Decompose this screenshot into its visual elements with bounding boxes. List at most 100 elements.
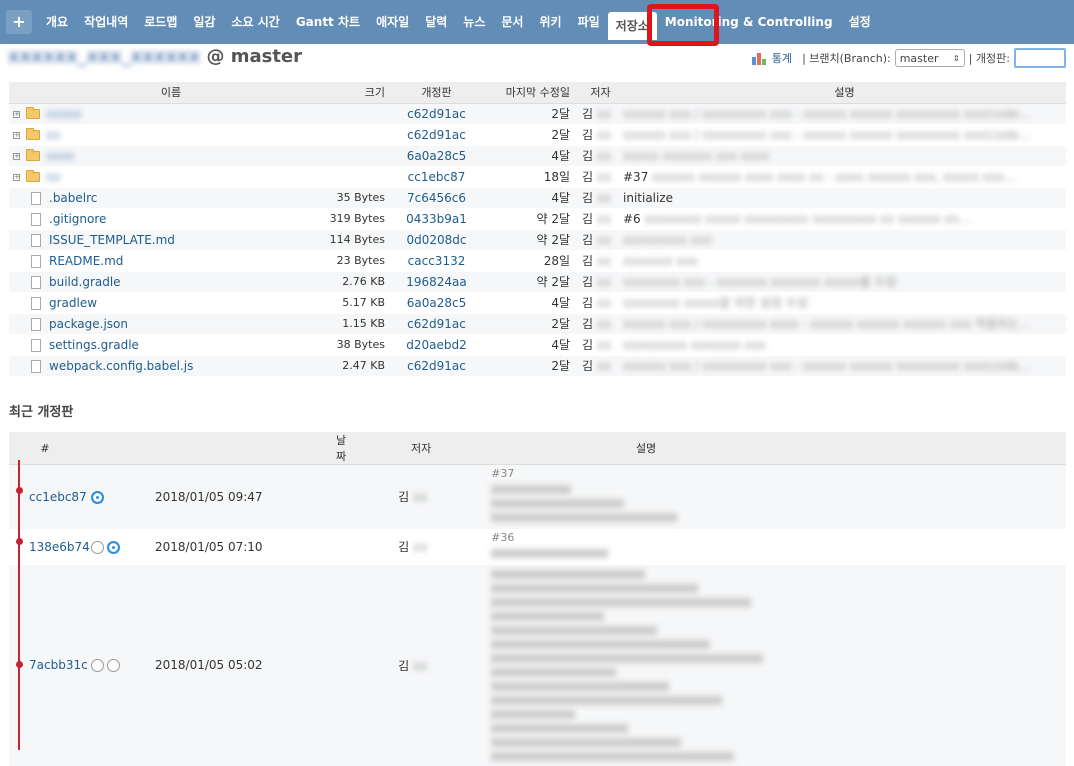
file-name[interactable]: ISSUE_TEMPLATE.md <box>49 233 175 247</box>
revision-link[interactable]: d20aebd2 <box>406 338 467 352</box>
compare-radio[interactable] <box>107 540 120 554</box>
expand-icon[interactable]: + <box>13 173 20 181</box>
stats-link[interactable]: 통계 <box>772 50 792 66</box>
files-col-3[interactable]: 마지막 수정일 <box>484 82 574 104</box>
compare-radio[interactable] <box>91 659 104 672</box>
nav-tab-10[interactable]: 위키 <box>531 10 569 34</box>
nav-tab-5[interactable]: Gantt 차트 <box>288 10 368 34</box>
nav-tab-9[interactable]: 문서 <box>493 10 531 34</box>
stats-icon <box>751 51 768 65</box>
cell-size: 1.15 KB <box>329 313 389 335</box>
desc-blurred: xxxxxxx xxx <box>623 253 698 268</box>
revision-link[interactable]: 0d0208dc <box>406 233 466 247</box>
files-col-5[interactable]: 설명 <box>619 82 1066 104</box>
nav-tab-0[interactable]: 개요 <box>38 10 76 34</box>
files-col-4[interactable]: 저자 <box>574 82 619 104</box>
revision-link[interactable]: 6a0a28c5 <box>407 149 466 163</box>
file-row: package.json 1.15 KB c62d91ac 2달 김 xx xxxxxx… <box>9 313 1066 335</box>
revision-link[interactable]: 0433b9a1 <box>406 212 467 226</box>
revision-link[interactable]: cc1ebc87 <box>29 490 87 504</box>
revision-link[interactable]: 6a0a28c5 <box>407 296 466 310</box>
header-controls: 통계 | 브랜치(Branch): master ⇕ | 개정판: <box>751 48 1066 68</box>
nav-tab-4[interactable]: 소요 시간 <box>223 10 287 34</box>
revision-link[interactable]: 196824aa <box>406 275 467 289</box>
file-icon <box>31 275 41 289</box>
desc-line-blurred <box>491 681 670 691</box>
expand-icon[interactable]: + <box>13 110 20 118</box>
compare-radio[interactable] <box>91 540 104 554</box>
cell-desc: xxxxxxxx xxxxx을 위한 설정 수정 <box>619 292 1066 314</box>
desc-blurred: xxxxxx xxx / xxxxxxxxx xxx - xxxxxx xxxx… <box>623 106 1031 121</box>
desc-line-blurred <box>491 512 678 522</box>
cell-rev: 196824aa <box>389 271 484 293</box>
date-cell: 2018/01/05 09:47 <box>141 464 347 529</box>
revision-graph-dot <box>15 538 23 545</box>
page-title: xxxxxx_xxx_xxxxxx @ master <box>8 46 302 67</box>
revision-link[interactable]: c62d91ac <box>407 128 466 142</box>
files-col-0[interactable]: 이름 <box>9 82 329 104</box>
nav-tab-1[interactable]: 작업내역 <box>76 10 136 34</box>
file-name[interactable]: .gitignore <box>49 212 106 226</box>
revision-graph-dot <box>15 661 23 668</box>
cell-author: 김 xx <box>574 166 619 188</box>
nav-tab-13[interactable]: Monitoring & Controlling <box>657 10 841 34</box>
cell-author: 김 xx <box>574 355 619 377</box>
desc-first-line: #36 <box>491 530 515 544</box>
rev-col-desc: 설명 <box>466 432 1066 465</box>
nav-tab-3[interactable]: 일감 <box>185 10 223 34</box>
nav-tab-6[interactable]: 애자일 <box>368 10 417 34</box>
revision-link[interactable]: c62d91ac <box>407 317 466 331</box>
revision-link[interactable]: c62d91ac <box>407 359 466 373</box>
nav-tab-2[interactable]: 로드맵 <box>136 10 185 34</box>
dir-name[interactable]: xxxxx <box>46 107 82 121</box>
nav-tab-14[interactable]: 설정 <box>841 10 879 34</box>
files-col-2[interactable]: 개정판 <box>389 82 484 104</box>
file-name[interactable]: .babelrc <box>49 191 97 205</box>
revision-link[interactable]: cc1ebc87 <box>408 170 466 184</box>
file-row: + xxxx 6a0a28c5 4달 김 xx xxxxx xxxxxxx xxx xx… <box>9 145 1066 167</box>
file-name[interactable]: gradlew <box>49 296 97 310</box>
revision-link[interactable]: 7acbb31c <box>29 658 88 672</box>
new-item-button[interactable]: + <box>6 10 32 34</box>
revision-link[interactable]: cacc3132 <box>408 254 466 268</box>
revision-link[interactable]: 138e6b74 <box>29 540 90 554</box>
desc-line-blurred <box>491 569 646 579</box>
compare-radio[interactable] <box>107 659 120 672</box>
author-cell: 김 xx <box>346 564 467 766</box>
desc-blurred: xxxxxx xxx / xxxxxxxxx xxxx - xxxxxx xxx… <box>623 317 1032 331</box>
revision-link[interactable]: c62d91ac <box>407 107 466 121</box>
cell-author: 김 xx <box>574 271 619 293</box>
dir-name[interactable]: xx <box>46 128 60 142</box>
file-name[interactable]: build.gradle <box>49 275 121 289</box>
desc-line-blurred <box>491 667 617 677</box>
author-name: 김 <box>582 107 594 121</box>
files-col-1[interactable]: 크기 <box>329 82 389 104</box>
recent-revisions-heading: 최근 개정판 <box>9 405 74 420</box>
cell-age: 약 2달 <box>484 208 574 230</box>
compare-radio[interactable] <box>91 490 104 504</box>
nav-tab-7[interactable]: 달력 <box>417 10 455 34</box>
file-row: webpack.config.babel.js 2.47 KB c62d91ac 2달… <box>9 355 1066 377</box>
cell-rev: c62d91ac <box>389 355 484 377</box>
nav-tab-12[interactable]: 저장소 <box>607 12 657 40</box>
cell-name: + xx <box>9 166 329 188</box>
dir-name[interactable]: xxxx <box>46 149 74 163</box>
expand-icon[interactable]: + <box>13 152 20 160</box>
file-icon <box>31 212 41 226</box>
nav-tab-8[interactable]: 뉴스 <box>455 10 493 34</box>
desc-line-blurred <box>491 751 735 761</box>
cell-name: .gitignore <box>9 208 329 230</box>
revision-link[interactable]: 7c6456c6 <box>407 191 466 205</box>
dir-name[interactable]: xx <box>46 170 60 184</box>
file-name[interactable]: webpack.config.babel.js <box>49 359 193 373</box>
expand-icon[interactable]: + <box>13 131 20 139</box>
desc-blurred: xxxxxxxx xxxxx xxxxxxxxx xxxxxxxxx xx xx… <box>644 211 971 226</box>
file-name[interactable]: README.md <box>49 254 123 268</box>
nav-tab-11[interactable]: 파일 <box>570 10 608 34</box>
cell-age: 4달 <box>484 334 574 356</box>
revision-input[interactable] <box>1014 48 1066 68</box>
branch-select[interactable]: master ⇕ <box>894 49 965 67</box>
file-name[interactable]: settings.gradle <box>49 338 139 352</box>
author-blur: xx <box>596 275 612 289</box>
file-name[interactable]: package.json <box>49 317 128 331</box>
